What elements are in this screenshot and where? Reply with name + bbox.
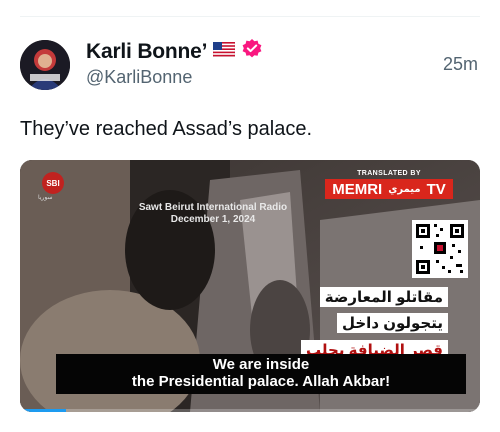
station-name: Sawt Beirut International Radio [138,202,288,213]
channel-logo-sub: سوريا [38,195,53,201]
author-row: Karli Bonne’ [86,38,263,65]
video-progress-fill [20,409,66,412]
avatar[interactable] [20,40,70,90]
memri-bar: MEMRI ميمري TV [325,179,453,199]
english-subtitle-line-2: the Presidential palace. Allah Akbar! [131,373,391,390]
timestamp[interactable]: 25m [443,54,478,75]
handle[interactable]: @KarliBonne [86,67,192,88]
video-progress-bar[interactable] [20,409,480,412]
memri-text: MEMRI [332,180,383,198]
translated-by-label: TRANSLATED BY [357,170,421,177]
english-subtitle-line-1: We are inside [212,356,310,373]
display-name[interactable]: Karli Bonne’ [86,40,207,64]
english-subtitle: We are inside the Presidential palace. A… [56,354,466,394]
arabic-caption-2: يتجولون داخل [336,313,448,333]
tweet-text: They’ve reached Assad’s palace. [20,118,313,140]
arabic-caption-1: مقاتلو المعارضة [319,287,448,307]
memri-logo: TRANSLATED BY MEMRI ميمري TV [325,170,453,199]
top-divider [20,16,480,17]
channel-logo: SBI [42,172,64,194]
qr-code [412,220,468,278]
station-label: Sawt Beirut International Radio December… [138,202,288,226]
us-flag-icon [213,41,236,62]
memri-arabic: ميمري [388,183,421,195]
memri-tv: TV [426,180,446,198]
verified-badge-icon [241,38,263,65]
station-date: December 1, 2024 [170,214,256,225]
video-media[interactable]: SBI سوريا Sawt Beirut International Radi… [20,160,480,412]
